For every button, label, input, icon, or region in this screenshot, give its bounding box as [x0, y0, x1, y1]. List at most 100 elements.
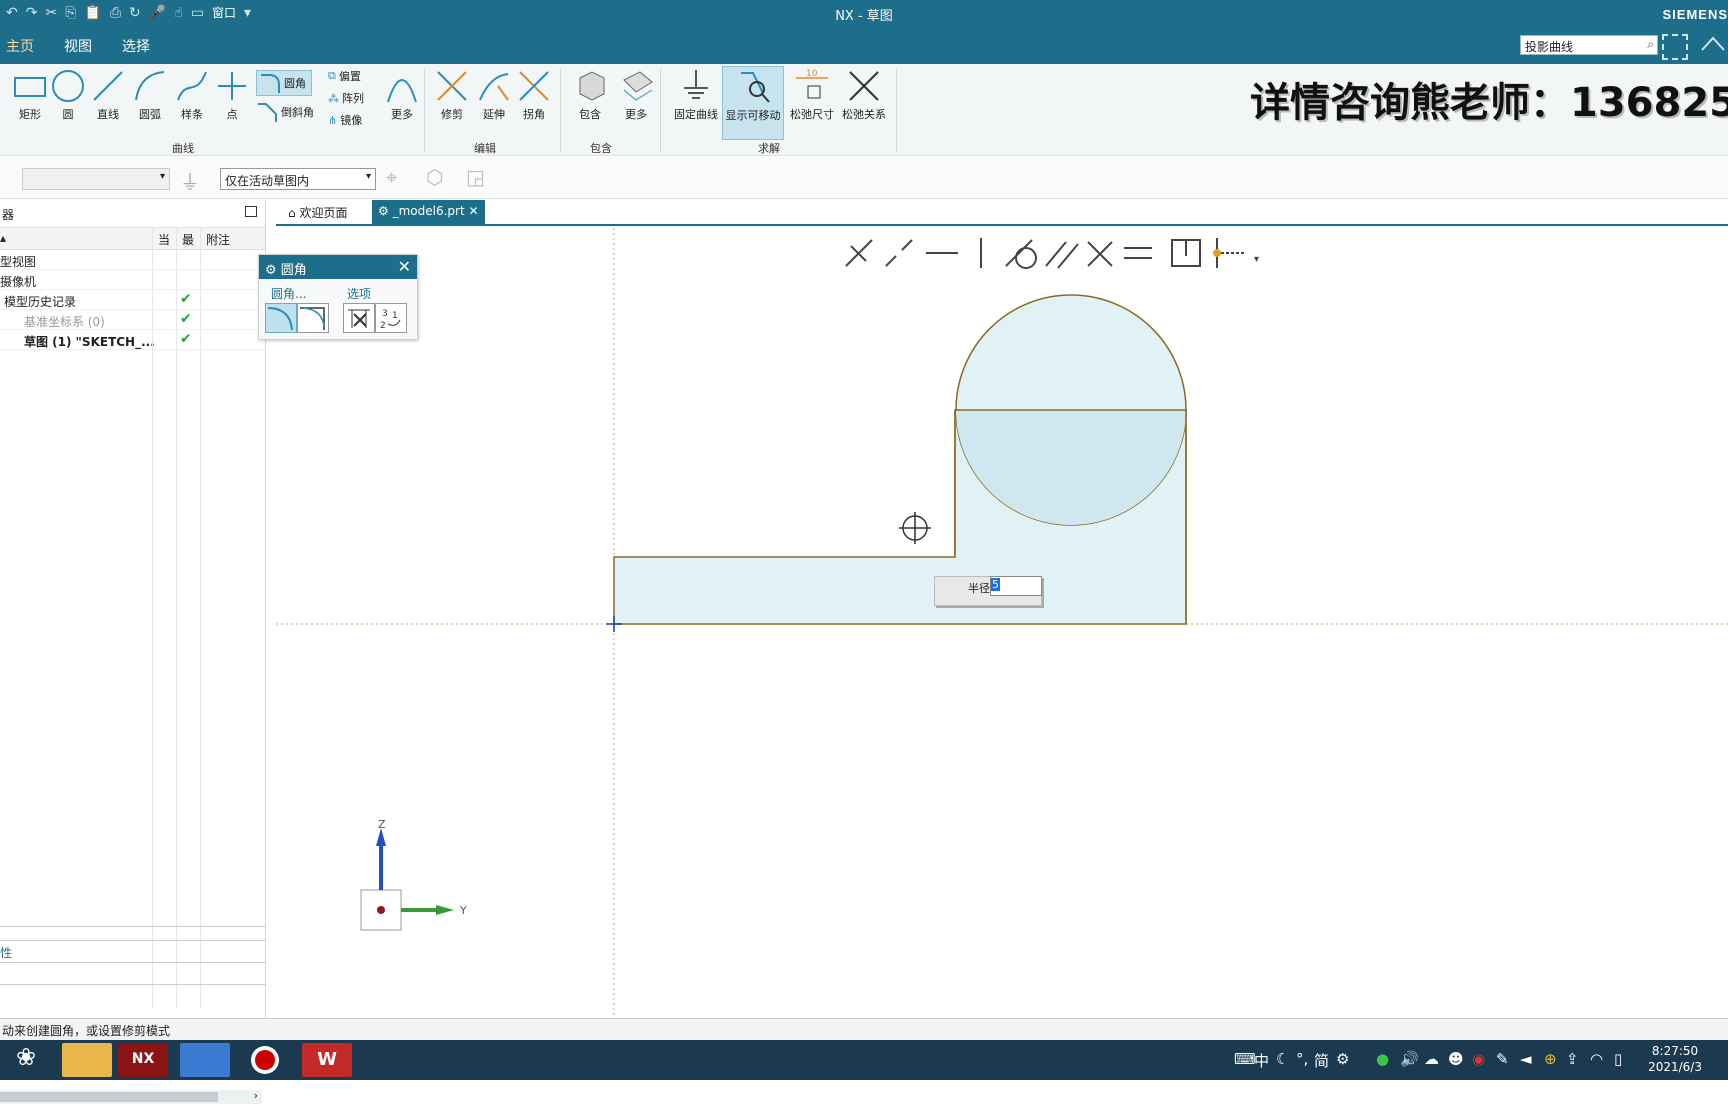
pen-icon[interactable]: ✎: [1496, 1050, 1509, 1068]
panel-section[interactable]: 性: [0, 940, 266, 962]
panel-section[interactable]: [0, 984, 266, 1006]
qq-icon[interactable]: ☻: [1448, 1050, 1464, 1068]
moon-icon[interactable]: ☾: [1276, 1050, 1289, 1068]
record-icon[interactable]: ◉: [1472, 1050, 1485, 1068]
upload-icon[interactable]: ⇪: [1566, 1050, 1579, 1068]
sketch-canvas[interactable]: ▾ Z Y: [276, 228, 1728, 1018]
fullscreen-icon[interactable]: [1662, 34, 1688, 60]
main-tab-bar: 主页 视图 选择 投影曲线 ⌕: [0, 28, 1728, 64]
point-button[interactable]: 点: [210, 66, 254, 138]
part-navigator: 器 ▴ 当 最 附注 型视图 摄像机 模型历史记录 ✔ 基准坐标系 (0) ✔ 草图…: [0, 200, 266, 1104]
pattern-button[interactable]: ⁂ 阵列: [328, 90, 364, 106]
tree-row[interactable]: 摄像机: [0, 270, 265, 290]
tab-home[interactable]: 主页: [6, 36, 34, 56]
snap-solid-icon[interactable]: ⬡: [426, 165, 443, 189]
fix-curve-button[interactable]: 固定曲线: [670, 66, 722, 138]
snap-point-icon[interactable]: ⌖: [386, 165, 397, 189]
horizontal-scrollbar[interactable]: ›: [0, 1089, 262, 1104]
type-filter-dropdown[interactable]: ▾: [22, 168, 170, 190]
group-label-edit: 编辑: [474, 142, 496, 155]
screen-recorder-icon[interactable]: [240, 1043, 290, 1077]
column-divider: [176, 228, 177, 1008]
add-icon[interactable]: ⊕: [1544, 1050, 1557, 1068]
line-button[interactable]: 直线: [86, 66, 130, 138]
scrollbar-thumb[interactable]: [0, 1092, 218, 1102]
delete-third-curve-button[interactable]: [343, 303, 375, 333]
volume-icon[interactable]: 🔊: [1400, 1050, 1419, 1068]
extend-button[interactable]: 延伸: [472, 66, 516, 138]
include-more-button[interactable]: 更多: [614, 66, 658, 138]
circle-button[interactable]: 圆: [46, 66, 90, 138]
settings-icon[interactable]: ⚙: [1336, 1050, 1349, 1068]
speaker-icon[interactable]: ◄: [1520, 1050, 1532, 1068]
chamfer-button[interactable]: 倒斜角: [256, 102, 314, 122]
tree-row[interactable]: 基准坐标系 (0) ✔: [0, 310, 265, 330]
trim-button[interactable]: 修剪: [430, 66, 474, 138]
trim-fillet-button[interactable]: [265, 303, 297, 333]
relax-dimension-button[interactable]: 10 松弛尺寸: [786, 66, 838, 138]
radius-field[interactable]: 5: [990, 576, 1042, 596]
command-search-input[interactable]: 投影曲线 ⌕: [1520, 35, 1658, 55]
cloud-icon[interactable]: ☁: [1424, 1050, 1439, 1068]
graphics-window[interactable]: ▾ Z Y 半径 5: [276, 228, 1728, 1018]
window-title: NX - 草图: [835, 9, 893, 24]
system-clock[interactable]: 8:27:50 2021/6/3: [1648, 1043, 1702, 1075]
nx-app-icon[interactable]: NX: [118, 1043, 168, 1077]
ime-charset[interactable]: 简: [1314, 1050, 1329, 1071]
inferred-constraint-toolbar[interactable]: [845, 238, 1246, 269]
tree-row[interactable]: 型视图: [0, 250, 265, 270]
tree-row[interactable]: 模型历史记录 ✔: [0, 290, 265, 310]
keyboard-icon[interactable]: ⌨: [1234, 1050, 1256, 1068]
fillet-dialog: ⚙ 圆角 ✕ 圆角... 选项 312: [258, 254, 418, 340]
chevron-down-icon: ▾: [159, 171, 165, 182]
include-button[interactable]: 包含: [568, 66, 612, 138]
ribbon-divider: [896, 68, 897, 152]
tree-row[interactable]: 草图 (1) "SKETCH_... ✔: [0, 330, 265, 350]
more-include-icon: [623, 71, 653, 101]
snap-face-icon[interactable]: ◲: [466, 165, 485, 189]
file-explorer-icon[interactable]: [62, 1043, 112, 1077]
start-menu-icon[interactable]: ❀: [4, 1043, 48, 1077]
spline-button[interactable]: 样条: [170, 66, 214, 138]
relax-relations-button[interactable]: 松弛关系: [838, 66, 890, 138]
wechat-icon[interactable]: ●: [1376, 1050, 1389, 1068]
svg-text:1: 1: [392, 311, 398, 321]
search-icon[interactable]: ⌕: [1647, 37, 1654, 52]
ground-icon: [684, 70, 708, 99]
dialog-header: ⚙ 圆角 ✕: [259, 255, 417, 279]
chevron-down-icon[interactable]: ▾: [1254, 254, 1259, 265]
sort-icon[interactable]: ▴: [0, 231, 6, 245]
image-viewer-icon[interactable]: [180, 1043, 230, 1077]
ime-punct[interactable]: °,: [1296, 1050, 1308, 1068]
fillet-button[interactable]: 圆角: [256, 70, 312, 96]
close-icon[interactable]: ✕: [469, 204, 479, 218]
circle-icon: [52, 70, 84, 102]
battery-icon[interactable]: ▯: [1614, 1050, 1622, 1068]
tab-select[interactable]: 选择: [122, 36, 150, 56]
offset-button[interactable]: ⧉ 偏置: [328, 68, 361, 84]
wps-app-icon[interactable]: W: [302, 1043, 352, 1077]
chevron-right-icon[interactable]: ›: [254, 1089, 258, 1102]
tab-view[interactable]: 视图: [64, 36, 92, 56]
corner-button[interactable]: 拐角: [512, 66, 556, 138]
arc-button[interactable]: 圆弧: [128, 66, 172, 138]
ime-mode[interactable]: 中: [1254, 1050, 1269, 1071]
show-movable-button[interactable]: 显示可移动: [722, 66, 784, 140]
corner-icon: [519, 71, 549, 101]
status-bar: 动来创建圆角，或设置修剪模式: [0, 1018, 1728, 1040]
scope-dropdown[interactable]: 仅在活动草图内 ▾: [220, 168, 376, 190]
collapse-ribbon-icon[interactable]: [1700, 34, 1726, 60]
filter-icon[interactable]: ⏚: [180, 166, 200, 195]
gear-icon[interactable]: ⚙: [265, 263, 277, 278]
tab-model6[interactable]: ⚙ _model6.prt ✕: [372, 200, 485, 226]
close-icon[interactable]: ✕: [398, 257, 411, 276]
title-bar: ↶ ↷ ✂ ⎘ 📋 ⎙ ↻ 🎤 ☝ ▭ 窗口 ▾ NX - 草图 SIEMENS: [0, 0, 1728, 28]
create-alternate-fillet-button[interactable]: 312: [375, 303, 407, 333]
curve-more-button[interactable]: 更多: [380, 66, 424, 138]
panel-section[interactable]: [0, 962, 266, 984]
mirror-button[interactable]: ⋔ 镜像: [328, 112, 362, 128]
untrim-fillet-button[interactable]: [297, 303, 329, 333]
maximize-panel-icon[interactable]: [245, 206, 257, 217]
wifi-icon[interactable]: ◠: [1590, 1050, 1603, 1068]
tab-welcome-page[interactable]: ⌂ 欢迎页面: [282, 200, 353, 226]
